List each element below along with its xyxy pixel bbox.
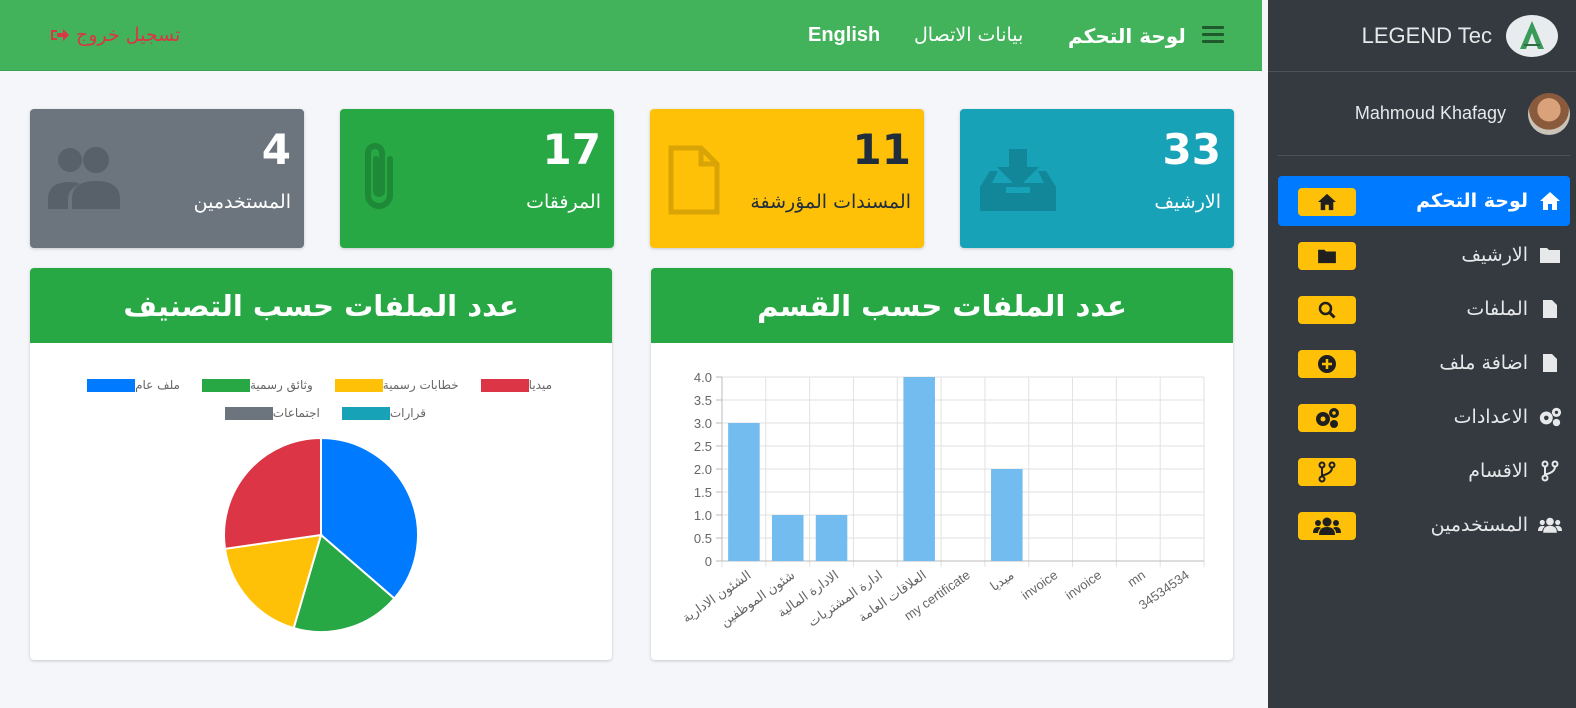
info-box-label: المستخدمين — [193, 191, 291, 213]
pie-chart — [223, 436, 419, 633]
file-icon — [1538, 297, 1562, 321]
info-box-archive[interactable]: 33 الارشيف — [960, 109, 1234, 248]
info-box-value: 33 — [1162, 125, 1221, 174]
x-tick-label: invoice — [1062, 567, 1104, 602]
users-icon — [1538, 513, 1562, 537]
x-tick-label: 34534534 — [1136, 567, 1192, 612]
users-icon — [1298, 512, 1356, 540]
language-switch[interactable]: English — [808, 24, 880, 47]
bar-chart: 00.51.01.52.02.53.03.54.0الشئون الادارية… — [679, 370, 1205, 630]
y-tick-label: 2.5 — [694, 439, 712, 454]
x-tick-label: invoice — [1019, 567, 1061, 602]
pie-chart-title: عدد الملفات حسب التصنيف — [30, 268, 612, 343]
info-box-attachments[interactable]: 17 المرفقات — [340, 109, 614, 248]
sidebar-item-settings[interactable]: الاعدادات — [1278, 392, 1570, 442]
y-tick-label: 4.0 — [694, 370, 712, 385]
home-icon — [1298, 188, 1356, 216]
menu-toggle-icon[interactable] — [1202, 26, 1224, 46]
x-tick-label: ميديا — [987, 567, 1016, 594]
info-box-value: 4 — [261, 125, 291, 174]
sidebar-item-dashboard[interactable]: لوحة التحكم — [1278, 176, 1570, 226]
branch-icon — [1538, 459, 1562, 483]
nav-link-dashboard[interactable]: لوحة التحكم — [1068, 24, 1186, 48]
sidebar-item-label: اضافة ملف — [1439, 352, 1528, 374]
sidebar-item-files[interactable]: الملفات — [1278, 284, 1570, 334]
avatar — [1528, 92, 1570, 135]
bar-chart-title: عدد الملفات حسب القسم — [651, 268, 1233, 343]
plus-circle-icon — [1298, 350, 1356, 378]
sign-out-icon — [51, 29, 69, 41]
y-tick-label: 1.5 — [694, 485, 712, 500]
sidebar-item-archive[interactable]: الارشيف — [1278, 230, 1570, 280]
sidebar: LEGEND Tec Mahmoud Khafagy لوحة التحكم ا… — [1268, 0, 1576, 708]
brand-name: LEGEND Tec — [1361, 22, 1492, 48]
sidebar-item-label: الاعدادات — [1453, 406, 1528, 428]
sidebar-item-label: الاقسام — [1468, 460, 1528, 482]
x-tick-label: mn — [1125, 567, 1148, 590]
bar-chart-card: عدد الملفات حسب القسم 0 0.5 1.0 1.5 2.0 2.5 3.… — [651, 268, 1233, 660]
sidebar-nav: لوحة التحكم الارشيف الملفات اضافة ملف ال… — [1268, 176, 1576, 550]
info-box-archived-documents[interactable]: 11 المسندات المؤرشفة — [650, 109, 924, 248]
file-icon — [668, 145, 720, 215]
nav-link-contact[interactable]: بيانات الاتصال — [914, 24, 1023, 46]
home-icon — [1538, 189, 1562, 213]
bar — [991, 469, 1023, 561]
file-icon — [1538, 351, 1562, 375]
y-tick-label: 2.0 — [694, 462, 712, 477]
paperclip-icon — [365, 143, 393, 209]
sidebar-item-label: الملفات — [1466, 298, 1528, 320]
branch-icon — [1298, 458, 1356, 486]
info-box-label: الارشيف — [1154, 191, 1221, 213]
y-tick-label: 0.5 — [694, 531, 712, 546]
info-box-value: 11 — [852, 125, 911, 174]
folder-icon — [1538, 243, 1562, 267]
users-icon — [48, 147, 120, 209]
bar — [728, 423, 760, 561]
y-tick-label: 1.0 — [694, 508, 712, 523]
inbox-download-icon — [980, 149, 1056, 211]
bar — [815, 515, 848, 561]
brand-link[interactable]: LEGEND Tec — [1268, 0, 1576, 72]
sidebar-item-departments[interactable]: الاقسام — [1278, 446, 1570, 496]
info-box-label: المسندات المؤرشفة — [750, 191, 911, 213]
bar — [903, 377, 935, 561]
user-panel[interactable]: Mahmoud Khafagy — [1278, 72, 1570, 156]
pie-chart-card: عدد الملفات حسب التصنيف ميديا خطابات رسمي… — [30, 268, 612, 660]
y-tick-label: 3.5 — [694, 393, 712, 408]
pie-slice — [223, 436, 322, 550]
info-box-label: المرفقات — [526, 191, 601, 213]
gears-icon — [1538, 405, 1562, 429]
sidebar-item-users[interactable]: المستخدمين — [1278, 500, 1570, 550]
brand-logo — [1506, 14, 1558, 57]
search-icon — [1298, 296, 1356, 324]
sidebar-item-add-file[interactable]: اضافة ملف — [1278, 338, 1570, 388]
sidebar-item-label: الارشيف — [1461, 244, 1528, 266]
folder-icon — [1298, 242, 1356, 270]
sidebar-item-label: لوحة التحكم — [1416, 190, 1528, 212]
bar — [771, 515, 804, 561]
top-navbar: لوحة التحكم بيانات الاتصال English تسجيل… — [0, 0, 1262, 71]
logout-button[interactable]: تسجيل خروج — [50, 24, 180, 46]
y-tick-label: 0 — [705, 554, 712, 569]
info-box-users[interactable]: 4 المستخدمين — [30, 109, 304, 248]
info-box-value: 17 — [542, 125, 601, 174]
logout-label: تسجيل خروج — [76, 24, 181, 46]
gears-icon — [1298, 404, 1356, 432]
user-name: Mahmoud Khafagy — [1354, 103, 1506, 123]
y-tick-label: 3.0 — [694, 416, 712, 431]
sidebar-item-label: المستخدمين — [1430, 514, 1528, 536]
